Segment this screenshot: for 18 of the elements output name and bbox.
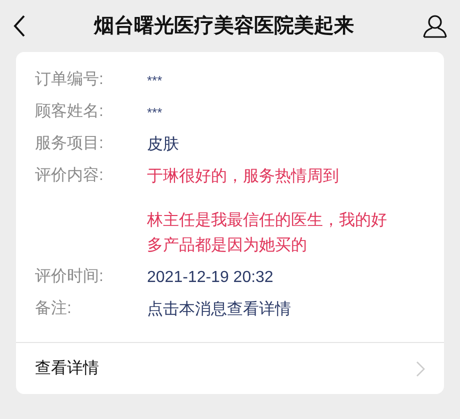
view-details-link[interactable]: 查看详情 bbox=[35, 356, 99, 380]
field-value: 于琳很好的，服务热情周到 bbox=[147, 166, 340, 186]
field-label: 订单编号: bbox=[35, 70, 104, 90]
field-value: 林主任是我最信任的医生，我的好多产品都是因为她买的 bbox=[147, 210, 388, 256]
profile-icon[interactable] bbox=[422, 14, 448, 38]
field-label: 服务项目: bbox=[35, 134, 104, 154]
message-card[interactable]: 订单编号: *** 顾客姓名: *** 服务项目: 皮肤 评价内容: 于琳很好的，服务热情周到 林主任是我最信任的医生，我的好多产品都是因为她买的 评价时间: 2021-12-19 20:32 备注: 点击本消息查看详情 查看详情 bbox=[16, 52, 444, 394]
field-value: 2021-12-19 20:32 bbox=[147, 268, 274, 288]
field-value: *** bbox=[147, 72, 164, 90]
field-value: 皮肤 bbox=[147, 134, 180, 154]
field-value: *** bbox=[147, 104, 164, 122]
field-label: 评价时间: bbox=[35, 266, 104, 287]
field-label: 备注: bbox=[35, 298, 72, 319]
back-icon[interactable] bbox=[12, 14, 26, 38]
field-value: 点击本消息查看详情 bbox=[147, 300, 292, 320]
field-label: 评价内容: bbox=[35, 166, 104, 186]
field-label: 顾客姓名: bbox=[35, 102, 104, 122]
page-title: 烟台曙光医疗美容医院美起来 bbox=[94, 14, 354, 39]
